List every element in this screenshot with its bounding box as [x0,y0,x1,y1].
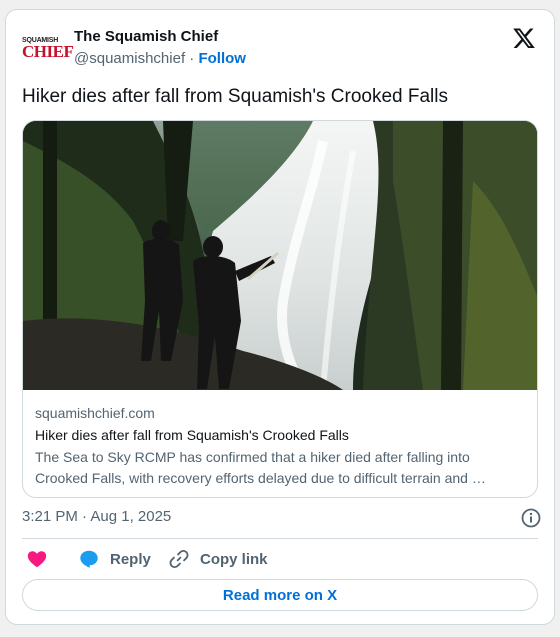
reply-bubble-icon [80,550,98,568]
waterfall-photo[interactable] [23,121,538,390]
heart-icon [27,551,47,568]
follow-button[interactable]: Follow [198,50,246,67]
copy-link-button[interactable]: Copy link [168,546,268,572]
tweet-card: SQUAMISH CHIEF The Squamish Chief @squam… [5,9,555,625]
account-name[interactable]: The Squamish Chief [74,28,218,45]
info-icon[interactable] [520,507,542,529]
tweet-timestamp[interactable]: 3:21 PM · Aug 1, 2025 [22,508,171,525]
link-icon [169,549,189,569]
avatar[interactable]: SQUAMISH CHIEF [22,30,74,66]
link-preview-card[interactable]: squamishchief.com Hiker dies after fall … [22,120,538,498]
avatar-main-text: CHIEF [22,42,74,61]
handle-separator: · [189,50,195,67]
copy-link-label: Copy link [200,550,268,568]
link-meta: squamishchief.com Hiker dies after fall … [35,404,525,489]
account-handle[interactable]: @squamishchief [74,50,185,67]
tweet-text: Hiker dies after fall from Squamish's Cr… [22,86,448,107]
action-bar: Reply Copy link [22,546,538,572]
reply-label: Reply [110,550,151,568]
x-logo-icon[interactable] [512,26,536,50]
like-button[interactable] [26,546,48,572]
handle-line: @squamishchief · Follow [74,50,246,67]
reply-button[interactable]: Reply [78,546,151,572]
tweet-header: SQUAMISH CHIEF The Squamish Chief @squam… [22,24,538,68]
read-more-button[interactable]: Read more on X [22,579,538,611]
link-description: The Sea to Sky RCMP has confirmed that a… [35,449,486,486]
link-domain[interactable]: squamishchief.com [35,404,525,423]
divider [22,538,538,539]
link-title[interactable]: Hiker dies after fall from Squamish's Cr… [35,426,525,445]
